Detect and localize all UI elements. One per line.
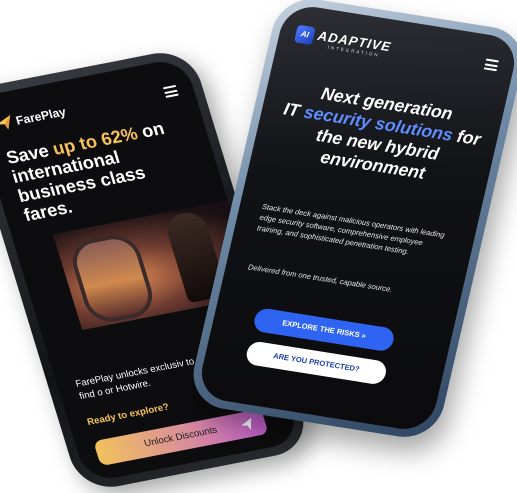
send-icon [241, 417, 252, 430]
adaptive-body-text: Stack the deck against malicious operato… [256, 201, 446, 257]
adaptive-screen: AI ADAPTIVE INTEGRATION Next generation … [195, 2, 517, 434]
fareplay-headline: Save up to 62% on international business… [3, 118, 167, 226]
fareplay-cta-text: Ready to explore? [85, 401, 171, 428]
paper-plane-logo-icon [0, 115, 11, 130]
airplane-window [66, 230, 159, 327]
adaptive-header: AI ADAPTIVE INTEGRATION [293, 24, 500, 80]
adaptive-body-text-2: Delivered from one trusted, capable sour… [247, 262, 394, 294]
adaptive-headline: Next generation IT security solutions fo… [281, 83, 483, 183]
menu-icon[interactable] [162, 84, 179, 98]
unlock-discounts-label: Unlock Discounts [142, 424, 219, 450]
menu-icon[interactable] [483, 58, 500, 72]
fareplay-logo-text: FarePlay [14, 104, 68, 128]
adaptive-phone-mockup: AI ADAPTIVE INTEGRATION Next generation … [186, 0, 517, 443]
adaptive-logo-icon: AI [293, 24, 316, 46]
